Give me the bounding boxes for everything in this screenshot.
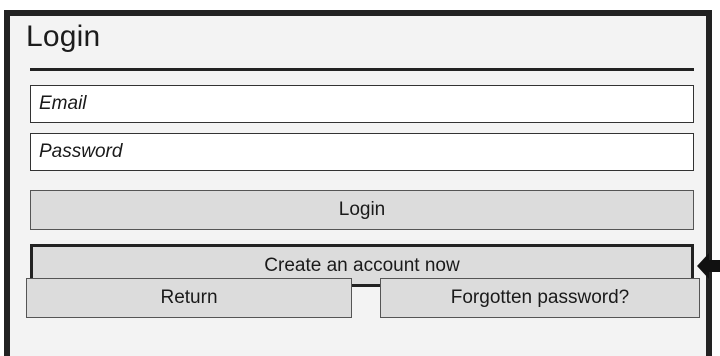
title-divider bbox=[30, 68, 694, 71]
left-arrow-icon bbox=[697, 253, 720, 279]
login-button-label: Login bbox=[338, 199, 386, 220]
password-placeholder: Password bbox=[39, 141, 123, 162]
login-button[interactable]: Login bbox=[30, 190, 694, 230]
page-title: Login bbox=[26, 20, 101, 53]
password-field[interactable]: Password bbox=[30, 133, 694, 171]
return-button[interactable]: Return bbox=[26, 278, 352, 318]
forgot-password-button-label: Forgotten password? bbox=[450, 287, 630, 308]
return-button-label: Return bbox=[160, 287, 218, 308]
create-account-button-label: Create an account now bbox=[264, 254, 460, 276]
forgot-password-button[interactable]: Forgotten password? bbox=[380, 278, 700, 318]
email-placeholder: Email bbox=[39, 93, 87, 114]
email-field[interactable]: Email bbox=[30, 85, 694, 123]
